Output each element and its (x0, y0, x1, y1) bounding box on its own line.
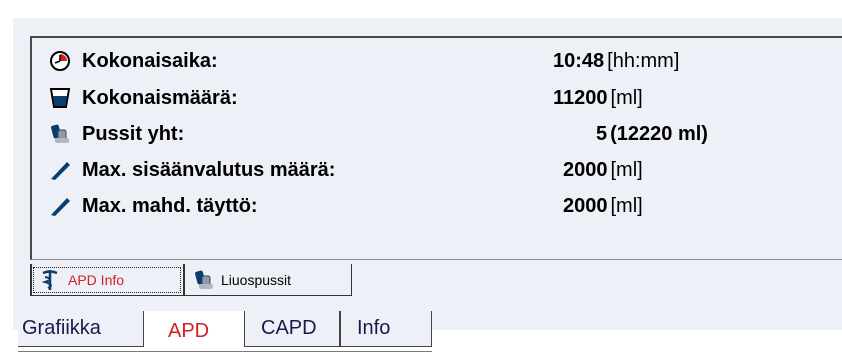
value-number: 2000 (563, 194, 608, 217)
tab-info[interactable]: Info (340, 311, 432, 347)
row-total-volume: Kokonaismäärä: (48, 83, 238, 113)
tab-label: Info (357, 317, 391, 339)
value-unit: [ml] (610, 86, 643, 109)
row-value-total-volume: 11200 [ml] (553, 83, 643, 113)
row-label: Max. sisäänvalutus määrä: (82, 158, 336, 181)
row-value-max-drain: 2000 [ml] (563, 155, 643, 185)
tab-label: Grafiikka (22, 317, 101, 339)
tab-label: CAPD (261, 317, 317, 339)
row-label: Max. mahd. täyttö: (82, 194, 258, 217)
row-label: Kokonaisaika: (82, 49, 218, 72)
value-unit: [ml] (610, 194, 643, 217)
row-label: Kokonaismäärä: (82, 86, 238, 109)
slope-icon (48, 194, 72, 218)
value-number: 2000 (563, 158, 608, 181)
caduceus-icon (40, 269, 62, 291)
bags-icon (193, 269, 215, 291)
value-number: 5 (596, 122, 608, 145)
row-value-total-time: 10:48 [hh:mm] (553, 46, 679, 76)
tab-label: APD Info (68, 271, 125, 288)
row-bags-total: Pussit yht: (48, 119, 184, 149)
row-value-max-fill: 2000 [ml] (563, 191, 643, 221)
row-value-bags-total: 5 (12220 ml) (596, 119, 708, 149)
slope-icon (48, 158, 72, 182)
tab-apd-info[interactable]: APD Info (30, 264, 184, 296)
bags-icon (48, 122, 72, 146)
tab-label: APD (168, 319, 210, 342)
tab-liuospussit[interactable]: Liuospussit (184, 264, 352, 296)
value-unit: [ml] (610, 158, 643, 181)
subtab-bar: APD Info Liuospussit (30, 264, 352, 298)
row-max-drain: Max. sisäänvalutus määrä: (48, 155, 335, 185)
tab-grafiikka[interactable]: Grafiikka (18, 311, 144, 347)
cup-icon (48, 86, 72, 110)
tab-label: Liuospussit (221, 271, 292, 288)
tab-capd[interactable]: CAPD (244, 311, 340, 347)
value-number: 10:48 (553, 49, 605, 72)
row-max-fill: Max. mahd. täyttö: (48, 191, 258, 221)
main-tab-bar: Grafiikka APD CAPD Info (18, 311, 432, 352)
clock-icon (48, 49, 72, 73)
value-unit: (12220 ml) (610, 122, 708, 145)
tab-apd[interactable]: APD (144, 311, 244, 351)
row-total-time: Kokonaisaika: (48, 46, 218, 76)
row-label: Pussit yht: (82, 122, 185, 145)
value-unit: [hh:mm] (607, 49, 680, 72)
value-number: 11200 (553, 86, 608, 109)
